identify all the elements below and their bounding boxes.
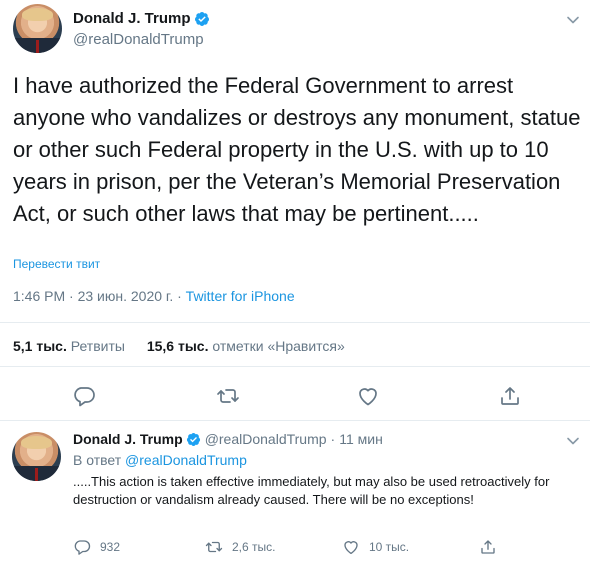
like-icon bbox=[344, 541, 358, 555]
likes-label: отметки «Нравится» bbox=[212, 338, 345, 354]
reply-mention-link[interactable]: @realDonaldTrump bbox=[125, 452, 247, 468]
retweets-stat[interactable]: 5,1 тыс. Ретвиты bbox=[13, 338, 129, 354]
reply-icon[interactable] bbox=[72, 384, 96, 408]
share-button[interactable] bbox=[479, 538, 506, 556]
verified-badge-icon bbox=[186, 432, 200, 446]
likes-count: 15,6 тыс. bbox=[146, 338, 209, 354]
retweet-icon[interactable] bbox=[216, 384, 240, 408]
author-handle[interactable]: @realDonaldTrump bbox=[73, 31, 204, 48]
tweet-text: I have authorized the Federal Government… bbox=[13, 73, 581, 226]
retweets-label: Ретвиты bbox=[70, 338, 125, 354]
verified-badge-icon bbox=[194, 11, 209, 26]
tweet-date[interactable]: 23 июн. 2020 г. bbox=[78, 288, 174, 304]
tweet-time[interactable]: 1:46 PM bbox=[13, 288, 65, 304]
avatar[interactable] bbox=[13, 4, 62, 53]
meta-separator: · bbox=[69, 288, 74, 304]
like-button[interactable]: 10 тыс. bbox=[342, 538, 409, 556]
like-count: 10 тыс. bbox=[369, 540, 410, 554]
retweet-count: 2,6 тыс. bbox=[232, 540, 276, 554]
reply-button[interactable]: 932 bbox=[73, 538, 120, 556]
chevron-down-icon[interactable] bbox=[566, 13, 580, 27]
author-name[interactable]: Donald J. Trump bbox=[73, 10, 191, 27]
author-name-row: Donald J. Trump bbox=[73, 10, 210, 27]
retweet-button[interactable]: 2,6 тыс. bbox=[205, 538, 275, 556]
author-handle[interactable]: @realDonaldTrump bbox=[205, 431, 327, 447]
tweet-text: .....This action is taken effective imme… bbox=[73, 474, 550, 507]
main-tweet: Donald J. Trump @realDonaldTrump I have … bbox=[0, 0, 590, 420]
tweet-time[interactable]: 11 мин bbox=[339, 431, 383, 447]
tweet-actions: 932 2,6 тыс. 10 тыс. bbox=[73, 538, 573, 560]
tweet-stats: 5,1 тыс. Ретвиты 15,6 тыс. отметки «Нрав… bbox=[13, 338, 345, 354]
share-icon bbox=[481, 540, 495, 554]
retweet-icon bbox=[205, 541, 223, 553]
tweet-actions bbox=[0, 380, 590, 414]
meta-separator: · bbox=[330, 431, 336, 447]
translate-tweet-link[interactable]: Перевести твит bbox=[13, 257, 100, 271]
like-icon[interactable] bbox=[356, 384, 380, 408]
reply-tweet[interactable]: Donald J. Trump @realDonaldTrump · 11 ми… bbox=[0, 420, 590, 565]
reply-prefix: В ответ bbox=[73, 452, 122, 468]
avatar[interactable] bbox=[12, 432, 61, 481]
author-name[interactable]: Donald J. Trump bbox=[73, 431, 183, 447]
chevron-down-icon[interactable] bbox=[566, 434, 580, 448]
tweet-source-link[interactable]: Twitter for iPhone bbox=[186, 288, 295, 304]
reply-count: 932 bbox=[100, 540, 121, 554]
divider bbox=[0, 366, 590, 367]
share-icon[interactable] bbox=[498, 384, 522, 408]
divider bbox=[0, 322, 590, 323]
tweet-meta: 1:46 PM · 23 июн. 2020 г. · Twitter for … bbox=[13, 288, 295, 304]
reply-context: В ответ @realDonaldTrump bbox=[73, 452, 247, 468]
likes-stat[interactable]: 15,6 тыс. отметки «Нравится» bbox=[147, 338, 345, 354]
reply-icon bbox=[74, 540, 91, 555]
reply-header: Donald J. Trump @realDonaldTrump · 11 ми… bbox=[73, 431, 383, 447]
retweets-count: 5,1 тыс. bbox=[13, 338, 67, 354]
meta-separator: · bbox=[177, 288, 182, 304]
